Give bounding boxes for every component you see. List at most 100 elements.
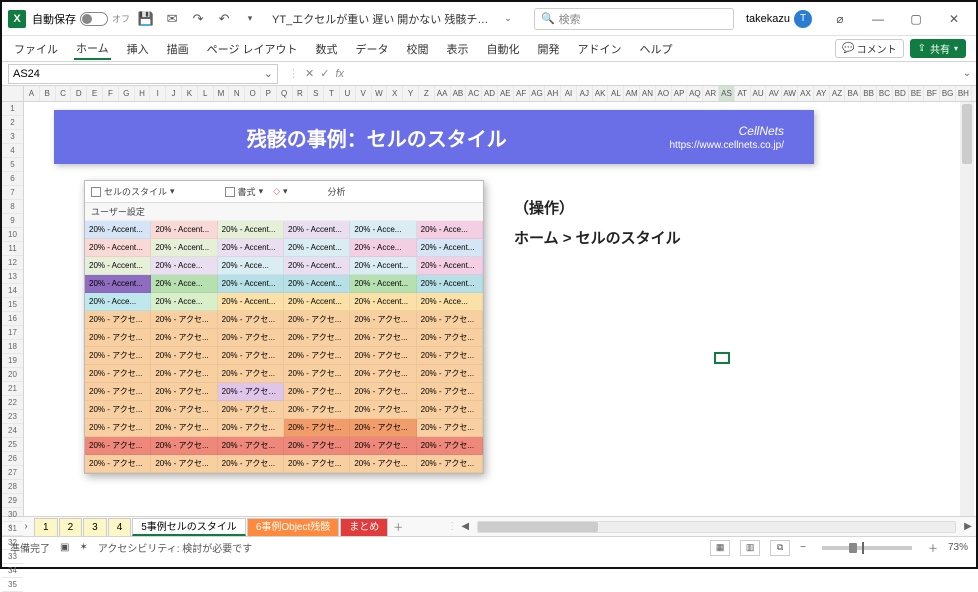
style-swatch[interactable]: 20% - アクセ...	[218, 365, 284, 383]
style-swatch[interactable]: 20% - アクセ...	[284, 455, 350, 473]
style-swatch[interactable]: 20% - Accent...	[417, 239, 483, 257]
column-header[interactable]: AH	[545, 86, 561, 101]
style-swatch[interactable]: 20% - Acce...	[151, 275, 217, 293]
style-swatch[interactable]: 20% - アクセ...	[284, 329, 350, 347]
style-swatch[interactable]: 20% - Accent...	[350, 275, 416, 293]
style-swatch[interactable]: 20% - アクセ...	[417, 455, 483, 473]
row-header[interactable]: 5	[2, 158, 23, 172]
sheet-tab-4[interactable]: 4	[108, 518, 132, 536]
row-header[interactable]: 15	[2, 298, 23, 312]
column-header[interactable]: AU	[751, 86, 767, 101]
column-header[interactable]: S	[308, 86, 324, 101]
column-header[interactable]: AF	[514, 86, 530, 101]
page-break-view-icon[interactable]: ⧉	[770, 540, 790, 556]
column-header[interactable]: R	[293, 86, 309, 101]
style-swatch[interactable]: 20% - Accent...	[218, 275, 284, 293]
style-swatch[interactable]: 20% - Accent...	[417, 257, 483, 275]
column-header[interactable]: AO	[656, 86, 672, 101]
fx-icon[interactable]: fx	[335, 68, 344, 80]
style-swatch[interactable]: 20% - アクセ...	[85, 455, 151, 473]
row-header[interactable]: 22	[2, 396, 23, 410]
qat-btn-2[interactable]: ↷	[188, 9, 208, 29]
style-swatch[interactable]: 20% - アクセ...	[350, 383, 416, 401]
style-swatch[interactable]: 20% - アクセ...	[85, 311, 151, 329]
row-header[interactable]: 27	[2, 466, 23, 480]
minimize-icon[interactable]: —	[862, 7, 894, 31]
tab-自動化[interactable]: 自動化	[485, 39, 522, 59]
autosave-toggle[interactable]: 自動保存 オフ	[32, 11, 130, 27]
style-swatch[interactable]: 20% - アクセ...	[151, 419, 217, 437]
style-swatch[interactable]: 20% - Accent...	[417, 275, 483, 293]
record-icon[interactable]: ▣	[60, 542, 69, 553]
tab-校閲[interactable]: 校閲	[405, 39, 431, 59]
style-swatch[interactable]: 20% - アクセ...	[151, 329, 217, 347]
hscroll-right[interactable]: ▶	[960, 521, 976, 532]
clear-dropdown[interactable]: ◇ ▾	[273, 186, 287, 197]
row-header[interactable]: 29	[2, 494, 23, 508]
tab-ファイル[interactable]: ファイル	[12, 39, 60, 59]
style-swatch[interactable]: 20% - アクセ...	[218, 347, 284, 365]
row-header[interactable]: 30	[2, 508, 23, 522]
sheet-tab-orange[interactable]: 6事例Object残骸	[247, 518, 339, 536]
column-header[interactable]: AP	[672, 86, 688, 101]
row-header[interactable]: 17	[2, 326, 23, 340]
style-swatch[interactable]: 20% - アクセ...	[350, 437, 416, 455]
normal-view-icon[interactable]: ▦	[710, 540, 730, 556]
style-swatch[interactable]: 20% - Accent...	[350, 293, 416, 311]
close-icon[interactable]: ✕	[938, 7, 970, 31]
style-swatch[interactable]: 20% - アクセ...	[350, 347, 416, 365]
style-swatch[interactable]: 20% - アクセ...	[350, 401, 416, 419]
row-header[interactable]: 33	[2, 550, 23, 564]
style-swatch[interactable]: 20% - Accent...	[284, 221, 350, 239]
column-header[interactable]: AT	[735, 86, 751, 101]
tab-数式[interactable]: 数式	[314, 39, 340, 59]
style-swatch[interactable]: 20% - アクセ...	[284, 347, 350, 365]
row-header[interactable]: 24	[2, 424, 23, 438]
zoom-in-icon[interactable]: ＋	[928, 540, 938, 555]
zoom-slider[interactable]	[822, 546, 912, 550]
column-header[interactable]: P	[261, 86, 277, 101]
tab-アドイン[interactable]: アドイン	[576, 39, 624, 59]
style-swatch[interactable]: 20% - Accent...	[85, 275, 151, 293]
column-header[interactable]: A	[24, 86, 40, 101]
column-header[interactable]: J	[166, 86, 182, 101]
row-header[interactable]: 7	[2, 186, 23, 200]
column-header[interactable]: Q	[277, 86, 293, 101]
style-swatch[interactable]: 20% - アクセ...	[350, 365, 416, 383]
qat-btn-1[interactable]: ✉	[162, 9, 182, 29]
column-header[interactable]: L	[198, 86, 214, 101]
style-swatch[interactable]: 20% - アクセ...	[218, 329, 284, 347]
worksheet-area[interactable]: 残骸の事例：セルのスタイル CellNets https://www.celln…	[24, 102, 976, 516]
column-header[interactable]: I	[150, 86, 166, 101]
row-header[interactable]: 28	[2, 480, 23, 494]
cancel-icon[interactable]: ✕	[305, 67, 314, 80]
row-header[interactable]: 21	[2, 382, 23, 396]
style-swatch[interactable]: 20% - アクセ...	[218, 455, 284, 473]
style-swatch[interactable]: 20% - アクセ...	[417, 329, 483, 347]
row-header[interactable]: 8	[2, 200, 23, 214]
style-swatch[interactable]: 20% - アクセ...	[85, 419, 151, 437]
analysis-group[interactable]: 分析	[328, 185, 346, 198]
tab-開発[interactable]: 開発	[536, 39, 562, 59]
column-header[interactable]: AX	[798, 86, 814, 101]
column-header[interactable]: BA	[845, 86, 861, 101]
style-swatch[interactable]: 20% - Acce...	[85, 293, 151, 311]
style-swatch[interactable]: 20% - Acce...	[417, 293, 483, 311]
page-layout-view-icon[interactable]: ▥	[740, 540, 760, 556]
style-swatch[interactable]: 20% - Accent...	[284, 257, 350, 275]
style-swatch[interactable]: 20% - アクセ...	[417, 311, 483, 329]
style-swatch[interactable]: 20% - アクセ...	[417, 383, 483, 401]
undo-icon[interactable]: ↶	[214, 9, 234, 29]
column-header[interactable]: M	[214, 86, 230, 101]
style-swatch[interactable]: 20% - Accent...	[85, 257, 151, 275]
ribbon-display-icon[interactable]: ⌀	[824, 7, 856, 31]
style-swatch[interactable]: 20% - Accent...	[151, 221, 217, 239]
row-header[interactable]: 23	[2, 410, 23, 424]
sheet-tab-2[interactable]: 2	[59, 518, 83, 536]
column-header[interactable]: AC	[466, 86, 482, 101]
style-swatch[interactable]: 20% - Accent...	[151, 239, 217, 257]
style-swatch[interactable]: 20% - Accent...	[284, 275, 350, 293]
qat-more-icon[interactable]: ▾	[240, 9, 260, 29]
row-header[interactable]: 2	[2, 116, 23, 130]
style-swatch[interactable]: 20% - アクセ...	[284, 311, 350, 329]
